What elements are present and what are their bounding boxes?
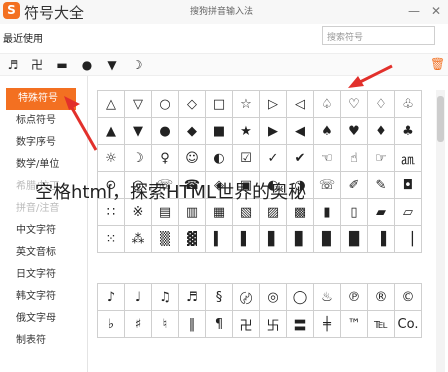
watermark-caption: 空格html，探索HTML世界的奥秘: [35, 182, 307, 203]
annotation-arrow-left: [70, 107, 98, 151]
symbol-window: S 符号大全 搜狗拼音输入法 — ✕ 最近使用 搜索符号 ♬ 卍 ▬ ● ▼ ☽…: [0, 0, 448, 372]
arrowhead-left: [64, 96, 80, 110]
annotation-arrow-right: [359, 64, 393, 84]
